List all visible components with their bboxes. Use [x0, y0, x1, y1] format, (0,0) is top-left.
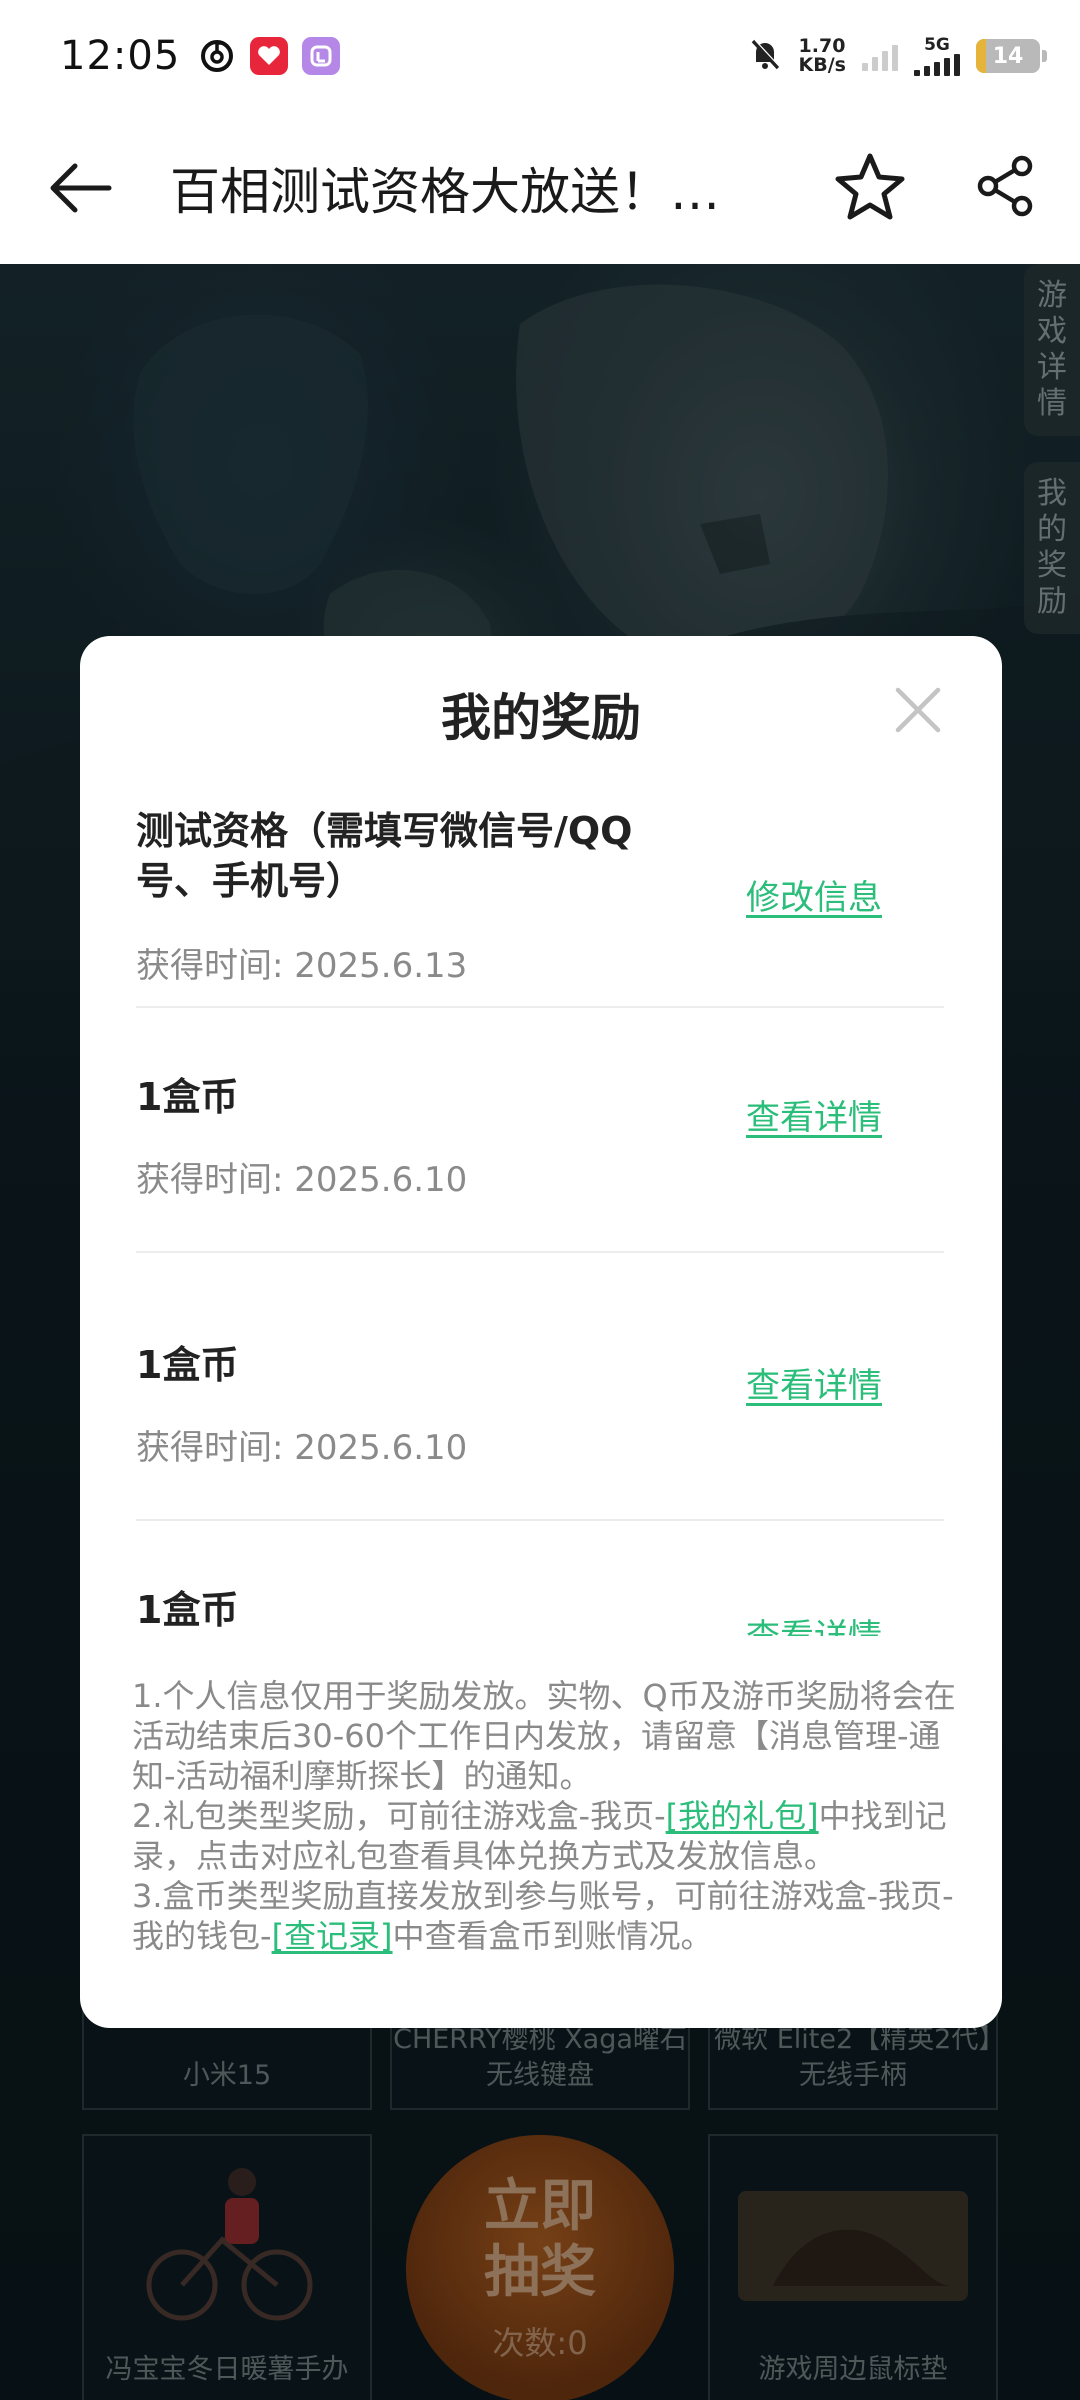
status-time: 12:05 [60, 33, 181, 79]
edit-info-link[interactable]: 修改信息 [746, 870, 882, 919]
music-app-icon [198, 37, 236, 75]
reward-item: 1盒币 获得时间: 2025.6.10 查看详情 [136, 1008, 944, 1253]
note-line-1: 1.个人信息仅用于奖励发放。实物、Q币及游币奖励将会在活动结束后30-60个工作… [132, 1677, 956, 1795]
back-arrow-icon [50, 163, 112, 213]
favorite-star-button[interactable] [834, 151, 906, 225]
reward-list-continued[interactable]: 1盒币 获得时间: 2025.6.10 查看详情 1盒币 查看详情 [136, 1276, 944, 1636]
close-button[interactable] [890, 682, 946, 738]
status-bar: 12:05 1.70 KB/s 5G 14 [0, 0, 1080, 112]
reward-title: 测试资格（需填写微信号/QQ号、手机号） [136, 809, 633, 903]
reward-time: 获得时间: 2025.6.13 [136, 946, 468, 986]
note-text: 2.礼包类型奖励，可前往游戏盒-我页- [132, 1797, 666, 1835]
note-text: 中查看盒币到账情况。 [392, 1917, 713, 1955]
reward-item: 测试资格（需填写微信号/QQ号、手机号） 获得时间: 2025.6.13 修改信… [136, 786, 944, 1008]
reward-notes: 1.个人信息仅用于奖励发放。实物、Q币及游币奖励将会在活动结束后30-60个工作… [132, 1676, 962, 1956]
network-type: 5G [924, 34, 950, 55]
reward-title: 1盒币 [136, 1075, 239, 1119]
reward-title: 1盒币 [136, 1588, 239, 1632]
battery-level: 14 [992, 43, 1024, 69]
note-line-2: 2.礼包类型奖励，可前往游戏盒-我页-[我的礼包]中找到记录，点击对应礼包查看具… [132, 1796, 962, 1876]
view-details-link[interactable]: 查看详情 [746, 1358, 882, 1407]
close-icon [895, 687, 941, 733]
reward-item: 1盒币 获得时间: 2025.6.10 查看详情 [136, 1276, 944, 1521]
network-speed: 1.70 KB/s [799, 37, 846, 75]
reward-time: 获得时间: 2025.6.10 [136, 1428, 468, 1468]
check-records-link[interactable]: [查记录] [272, 1917, 393, 1955]
shopping-app-icon [250, 37, 289, 75]
reward-list[interactable]: 测试资格（需填写微信号/QQ号、手机号） 获得时间: 2025.6.13 修改信… [136, 786, 944, 1276]
share-button[interactable] [976, 155, 1034, 221]
star-icon [835, 153, 905, 220]
reward-title: 1盒币 [136, 1343, 239, 1387]
reward-time: 获得时间: 2025.6.10 [136, 1160, 468, 1200]
battery-icon: 14 [976, 39, 1047, 73]
note-line-3: 3.盒币类型奖励直接发放到参与账号，可前往游戏盒-我页-我的钱包-[查记录]中查… [132, 1876, 962, 1956]
view-details-link[interactable]: 查看详情 [746, 1090, 882, 1139]
dialog-title: 我的奖励 [441, 689, 641, 747]
top-nav-bar: 百相测试资格大放送！… [0, 112, 1080, 264]
my-rewards-dialog: 我的奖励 测试资格（需填写微信号/QQ号、手机号） 获得时间: 2025.6.1… [80, 636, 1002, 2028]
page-title: 百相测试资格大放送！… [170, 163, 720, 221]
my-gift-pack-link[interactable]: [我的礼包] [666, 1797, 819, 1835]
share-icon [977, 155, 1033, 217]
assistant-app-icon [302, 37, 341, 75]
signal-strong-icon [914, 53, 960, 76]
reward-item: 1盒币 查看详情 [136, 1521, 944, 1636]
view-details-link[interactable]: 查看详情 [746, 1609, 882, 1636]
net-speed-unit: KB/s [798, 54, 846, 76]
mute-bell-icon [747, 36, 783, 76]
signal-weak-icon [862, 41, 898, 71]
back-button[interactable] [40, 148, 120, 228]
